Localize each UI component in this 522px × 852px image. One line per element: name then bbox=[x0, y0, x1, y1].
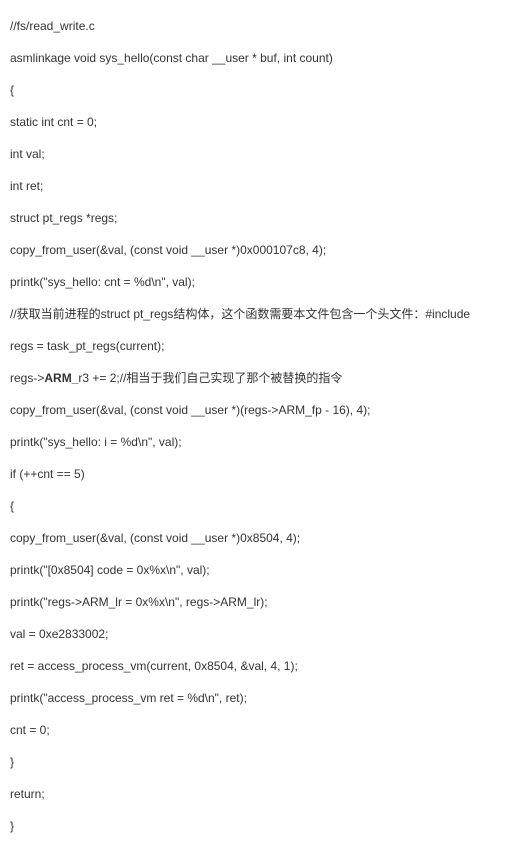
code-line-1: asmlinkage void sys_hello(const char __u… bbox=[10, 42, 512, 74]
code-line-14: if (++cnt == 5) bbox=[10, 458, 512, 490]
code-block: //fs/read_write.c asmlinkage void sys_he… bbox=[10, 10, 512, 842]
code-line-16: copy_from_user(&val, (const void __user … bbox=[10, 522, 512, 554]
code-line-10: regs = task_pt_regs(current); bbox=[10, 330, 512, 362]
code-line-11: regs->ARM_r3 += 2;//相当于我们自己实现了那个被替换的指令 bbox=[10, 362, 512, 394]
code-line-5: int ret; bbox=[10, 170, 512, 202]
code-line-15: { bbox=[10, 490, 512, 522]
code-line-24: return; bbox=[10, 778, 512, 810]
code-line-19: val = 0xe2833002; bbox=[10, 618, 512, 650]
code-line-3: static int cnt = 0; bbox=[10, 106, 512, 138]
code-line-2: { bbox=[10, 74, 512, 106]
code-line-8: printk("sys_hello: cnt = %d\n", val); bbox=[10, 266, 512, 298]
code-line-9: //获取当前进程的struct pt_regs结构体，这个函数需要本文件包含一个… bbox=[10, 298, 512, 330]
code-line-18: printk("regs->ARM_lr = 0x%x\n", regs->AR… bbox=[10, 586, 512, 618]
code-text-suffix: r3 += 2;//相当于我们自己实现了那个被替换的指令 bbox=[78, 371, 342, 385]
code-text-bold: ARM_ bbox=[44, 371, 78, 385]
code-line-0: //fs/read_write.c bbox=[10, 10, 512, 42]
code-line-25: } bbox=[10, 810, 512, 842]
code-line-7: copy_from_user(&val, (const void __user … bbox=[10, 234, 512, 266]
code-line-23: } bbox=[10, 746, 512, 778]
code-line-6: struct pt_regs *regs; bbox=[10, 202, 512, 234]
code-line-21: printk("access_process_vm ret = %d\n", r… bbox=[10, 682, 512, 714]
code-line-13: printk("sys_hello: i = %d\n", val); bbox=[10, 426, 512, 458]
code-line-20: ret = access_process_vm(current, 0x8504,… bbox=[10, 650, 512, 682]
code-line-17: printk("[0x8504] code = 0x%x\n", val); bbox=[10, 554, 512, 586]
code-text-prefix: regs-> bbox=[10, 371, 44, 385]
code-line-22: cnt = 0; bbox=[10, 714, 512, 746]
code-line-4: int val; bbox=[10, 138, 512, 170]
code-line-12: copy_from_user(&val, (const void __user … bbox=[10, 394, 512, 426]
